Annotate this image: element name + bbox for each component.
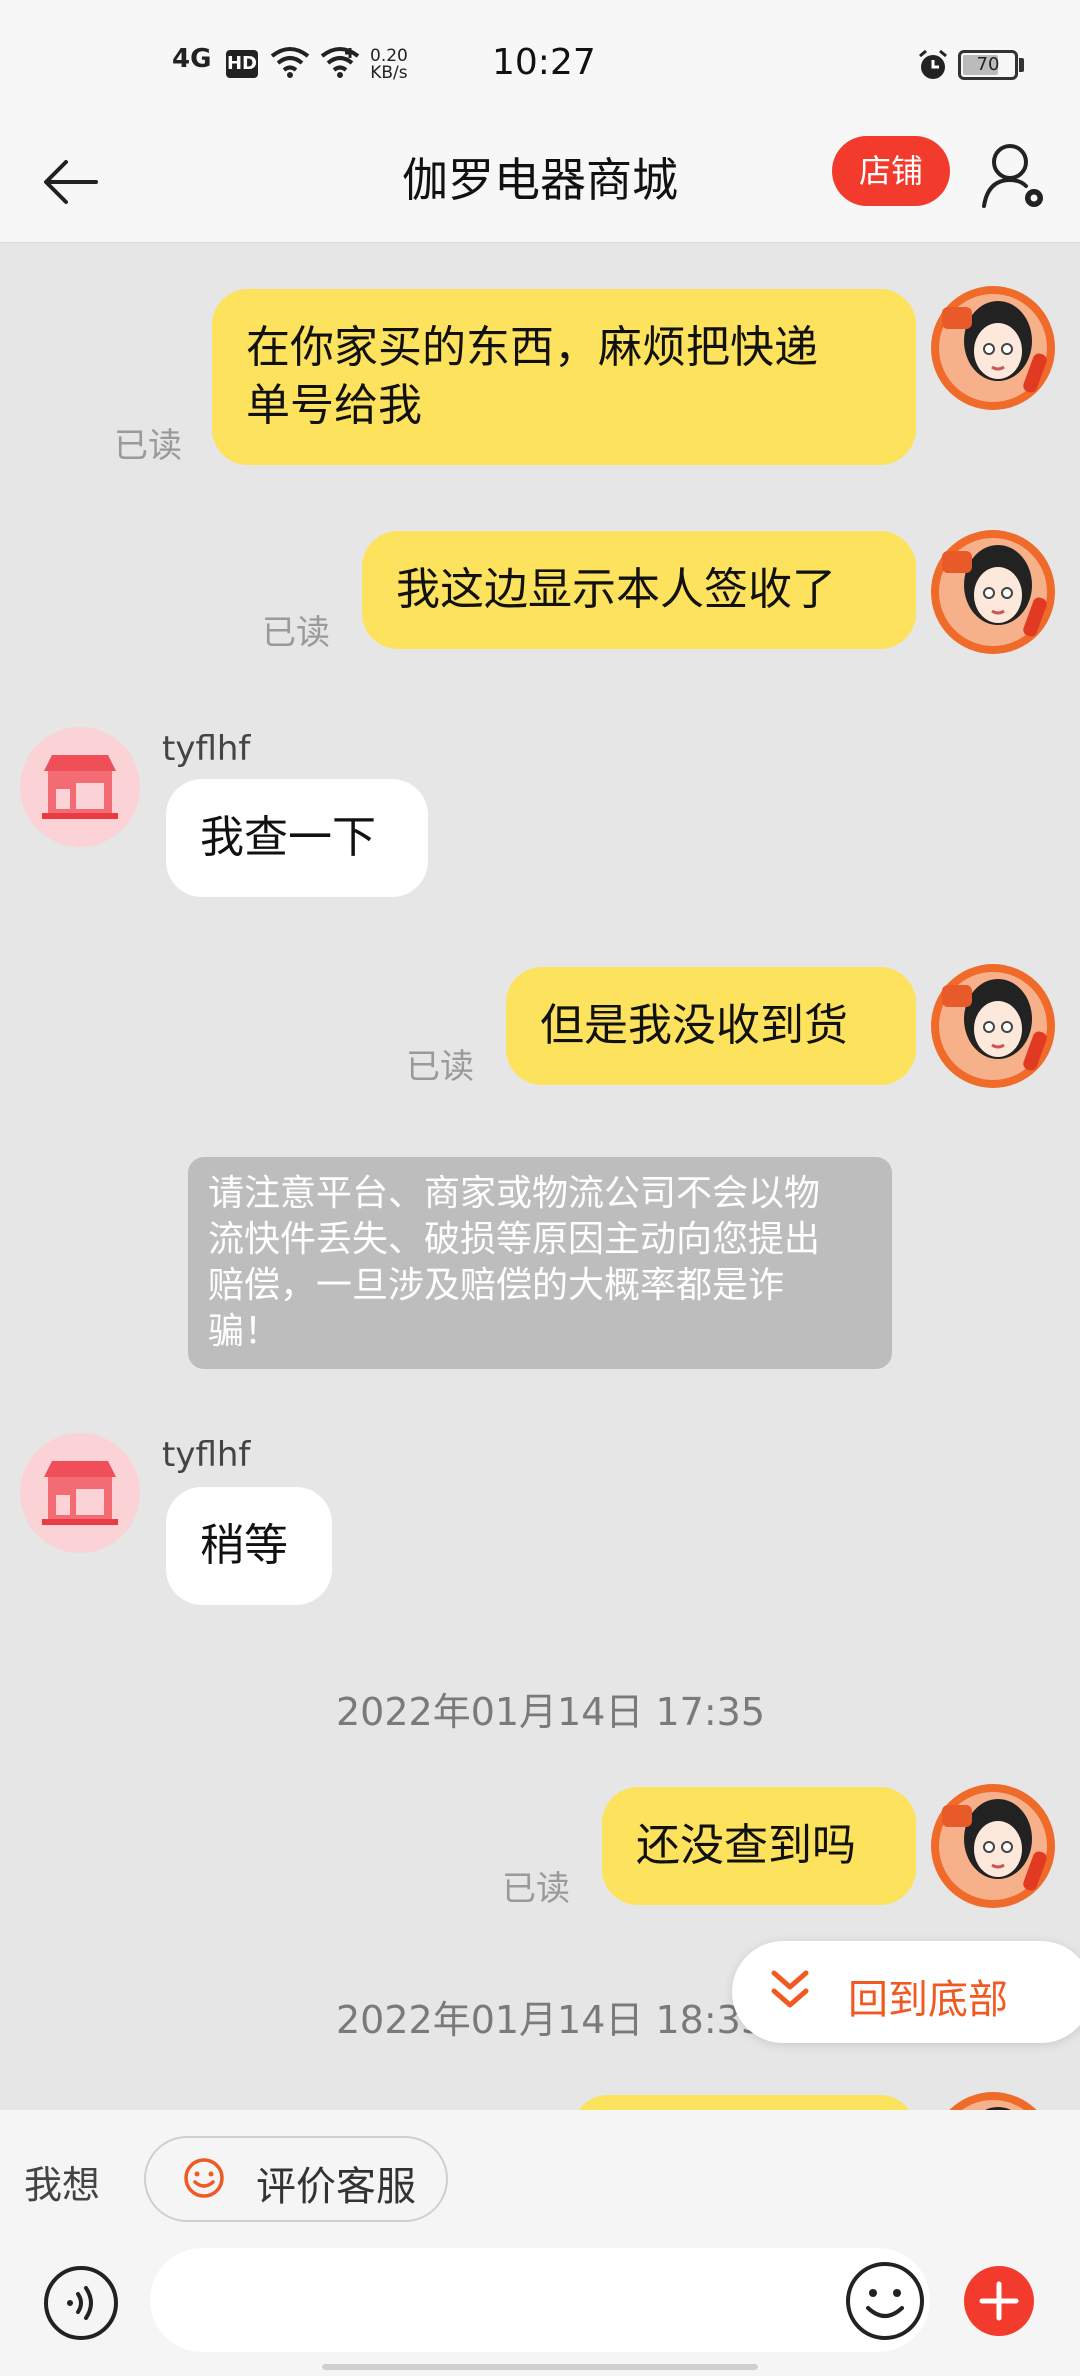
home-indicator[interactable] — [322, 2364, 758, 2370]
user-settings-icon[interactable] — [980, 140, 1048, 212]
voice-input-icon[interactable] — [42, 2264, 120, 2342]
battery-icon: 70 — [958, 50, 1018, 80]
read-status: 已读 — [406, 1047, 474, 1087]
shop-button[interactable]: 店铺 — [832, 136, 950, 206]
safety-notice: 请注意平台、商家或物流公司不会以物 流快件丢失、破损等原因主动向您提出 赔偿，一… — [188, 1157, 892, 1369]
message-text: 我查一下 — [200, 812, 376, 863]
plus-icon — [979, 2281, 1019, 2321]
shop-avatar[interactable] — [20, 727, 140, 847]
store-icon — [42, 755, 118, 819]
read-status: 已读 — [502, 1869, 570, 1909]
my-message-bubble[interactable]: 我这边显示本人签收了 — [362, 531, 916, 649]
back-to-bottom-button[interactable]: 回到底部 — [732, 1941, 1080, 2043]
my-avatar[interactable] — [928, 961, 1058, 1091]
chat-area[interactable]: 在你家买的东西，麻烦把快递 单号给我 已读 我这边显示本人签收了 已读 tyfl… — [0, 243, 1080, 2110]
notice-line: 骗！ — [208, 1311, 281, 1352]
timestamp: 2022年01月14日 18:33 — [336, 1998, 766, 2042]
message-line: 单号给我 — [246, 380, 422, 431]
double-chevron-down-icon — [771, 1970, 809, 2008]
emoji-icon[interactable] — [844, 2260, 926, 2342]
network-speed: 0.20 KB/s — [370, 48, 408, 82]
alarm-icon — [919, 49, 947, 79]
notice-line: 请注意平台、商家或物流公司不会以物 — [208, 1173, 821, 1214]
avatar-image — [931, 1784, 1055, 1908]
rate-service-label: 评价客服 — [256, 2164, 416, 2210]
back-to-bottom-label: 回到底部 — [848, 1977, 1008, 2023]
my-avatar[interactable] — [928, 2089, 1058, 2110]
battery-tip — [1019, 58, 1024, 72]
my-message-bubble[interactable]: 但是我没收到货 — [506, 967, 916, 1085]
rate-service-button[interactable]: 评价客服 — [144, 2136, 448, 2222]
avatar-image — [949, 2092, 1037, 2110]
status-bar: 4G HD 0.20 KB/s 10:27 70 — [0, 0, 1080, 122]
message-line: 在你家买的东西，麻烦把快递 — [246, 322, 818, 373]
notice-line: 流快件丢失、破损等原因主动向您提出 — [208, 1219, 821, 1260]
network-speed-unit: KB/s — [370, 63, 408, 83]
shop-message-bubble[interactable]: 我查一下 — [166, 779, 428, 897]
more-options-button[interactable] — [964, 2266, 1034, 2336]
avatar-image — [931, 964, 1055, 1088]
sender-name: tyflhf — [162, 729, 251, 769]
smiley-icon — [184, 2158, 224, 2198]
message-input[interactable] — [150, 2248, 930, 2352]
hd-badge: HD — [226, 50, 258, 78]
clock: 10:27 — [492, 42, 596, 83]
notice-line: 赔偿，一旦涉及赔偿的大概率都是诈 — [208, 1265, 785, 1306]
avatar-image — [931, 286, 1055, 410]
read-status: 已读 — [262, 613, 330, 653]
my-avatar[interactable] — [928, 1781, 1058, 1911]
read-status: 已读 — [114, 426, 182, 466]
message-text: 稍等 — [200, 1520, 288, 1571]
my-message-bubble[interactable]: 在你家买的东西，麻烦把快递 单号给我 — [212, 289, 916, 465]
avatar-image — [931, 530, 1055, 654]
wifi-icon — [320, 47, 360, 78]
message-text: 但是我没收到货 — [540, 1000, 848, 1051]
my-message-bubble[interactable] — [572, 2095, 916, 2110]
message-text: 我这边显示本人签收了 — [396, 564, 836, 615]
input-footer: 我想 评价客服 — [0, 2110, 1080, 2376]
timestamp: 2022年01月14日 17:35 — [336, 1690, 766, 1734]
my-avatar[interactable] — [928, 527, 1058, 657]
shop-message-bubble[interactable]: 稍等 — [166, 1487, 332, 1605]
shop-avatar[interactable] — [20, 1433, 140, 1553]
network-indicator: 4G — [172, 44, 212, 74]
my-message-bubble[interactable]: 还没查到吗 — [602, 1787, 916, 1905]
wifi-icon — [270, 47, 310, 78]
battery-percent: 70 — [976, 54, 1000, 75]
store-icon — [42, 1461, 118, 1525]
message-text: 还没查到吗 — [636, 1820, 856, 1871]
chat-header: 伽罗电器商城 店铺 — [0, 122, 1080, 243]
my-avatar[interactable] — [928, 283, 1058, 413]
sender-name: tyflhf — [162, 1435, 251, 1475]
quick-action-label: 我想 — [24, 2163, 101, 2207]
